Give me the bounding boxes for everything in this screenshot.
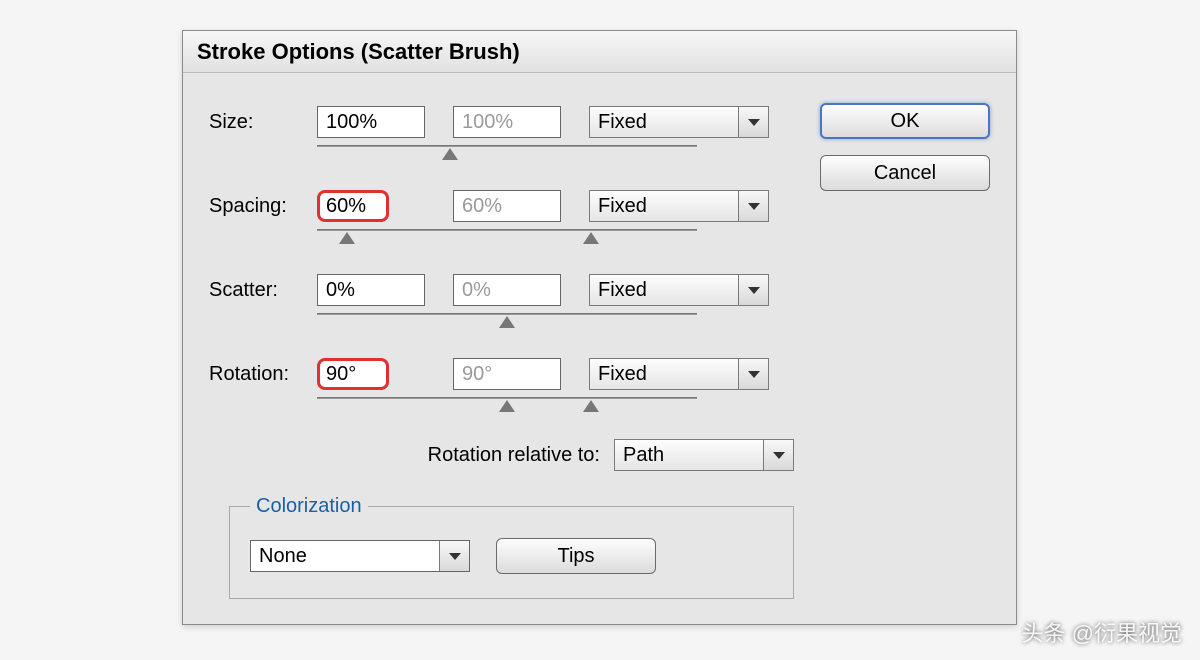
scatter-mode-arrow[interactable] — [738, 275, 768, 305]
rotation-relative-select[interactable]: Path — [614, 439, 794, 471]
scatter-value-input[interactable]: 0% — [317, 274, 425, 306]
rotation-relative-row: Rotation relative to: Path — [209, 439, 800, 471]
rotation-slider-thumb-2[interactable] — [499, 400, 515, 412]
rotation-second-input: 90° — [453, 358, 561, 390]
spacing-slider[interactable] — [209, 229, 800, 249]
rotation-slider[interactable] — [209, 397, 800, 417]
rotation-relative-arrow[interactable] — [763, 440, 793, 470]
scatter-slider[interactable] — [209, 313, 800, 333]
rotation-mode-select[interactable]: Fixed — [589, 358, 769, 390]
colorization-group: Colorization None Tips — [229, 495, 794, 599]
colorization-method-select[interactable]: None — [250, 540, 470, 572]
rotation-relative-label: Rotation relative to: — [428, 444, 600, 467]
spacing-value-input[interactable]: 60% — [317, 190, 389, 222]
chevron-down-icon — [748, 119, 760, 126]
size-mode-arrow[interactable] — [738, 107, 768, 137]
rotation-value-input[interactable]: 90° — [317, 358, 389, 390]
scatter-label: Scatter: — [209, 279, 317, 302]
spacing-mode-arrow[interactable] — [738, 191, 768, 221]
chevron-down-icon — [748, 371, 760, 378]
colorization-row: None Tips — [250, 538, 773, 574]
size-second-input: 100% — [453, 106, 561, 138]
parameters-column: Size: 100% 100% Fixed Spacing: 60% 60% — [209, 103, 800, 599]
size-slider-thumb[interactable] — [442, 148, 458, 160]
rotation-slider-thumb-1[interactable] — [583, 400, 599, 412]
chevron-down-icon — [773, 452, 785, 459]
rotation-mode-arrow[interactable] — [738, 359, 768, 389]
rotation-label: Rotation: — [209, 363, 317, 386]
dialog-title: Stroke Options (Scatter Brush) — [197, 39, 520, 65]
scatter-mode-select[interactable]: Fixed — [589, 274, 769, 306]
size-mode-select[interactable]: Fixed — [589, 106, 769, 138]
scatter-second-input: 0% — [453, 274, 561, 306]
chevron-down-icon — [748, 287, 760, 294]
size-row: Size: 100% 100% Fixed — [209, 103, 800, 141]
watermark-text: 头条 @衍果视觉 — [1022, 616, 1182, 648]
spacing-second-input: 60% — [453, 190, 561, 222]
spacing-slider-thumb-2[interactable] — [583, 232, 599, 244]
colorization-legend: Colorization — [250, 495, 368, 518]
dialog-buttons-column: OK Cancel — [800, 103, 990, 599]
dialog-content: Size: 100% 100% Fixed Spacing: 60% 60% — [183, 73, 1016, 619]
colorization-method-arrow[interactable] — [439, 541, 469, 571]
dialog-titlebar[interactable]: Stroke Options (Scatter Brush) — [183, 31, 1016, 73]
size-slider[interactable] — [209, 145, 800, 165]
size-label: Size: — [209, 111, 317, 134]
spacing-row: Spacing: 60% 60% Fixed — [209, 187, 800, 225]
stroke-options-dialog: Stroke Options (Scatter Brush) Size: 100… — [182, 30, 1017, 625]
rotation-row: Rotation: 90° 90° Fixed — [209, 355, 800, 393]
tips-button[interactable]: Tips — [496, 538, 656, 574]
spacing-slider-thumb-1[interactable] — [339, 232, 355, 244]
scatter-slider-thumb[interactable] — [499, 316, 515, 328]
chevron-down-icon — [449, 553, 461, 560]
cancel-button[interactable]: Cancel — [820, 155, 990, 191]
spacing-label: Spacing: — [209, 195, 317, 218]
spacing-mode-select[interactable]: Fixed — [589, 190, 769, 222]
size-value-input[interactable]: 100% — [317, 106, 425, 138]
ok-button[interactable]: OK — [820, 103, 990, 139]
chevron-down-icon — [748, 203, 760, 210]
scatter-row: Scatter: 0% 0% Fixed — [209, 271, 800, 309]
